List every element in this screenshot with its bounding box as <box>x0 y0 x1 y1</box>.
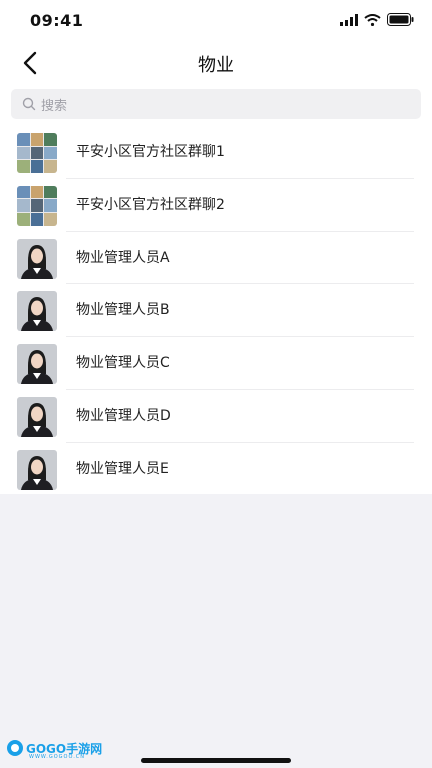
battery-icon <box>387 13 414 26</box>
search-icon <box>22 97 36 111</box>
page-title: 物业 <box>198 55 234 76</box>
search-input[interactable]: 搜索 <box>11 89 421 119</box>
list-item-label: 物业管理人员E <box>76 460 169 477</box>
signal-icon <box>340 13 358 26</box>
nav-bar: 物业 <box>0 42 432 84</box>
search-placeholder: 搜索 <box>41 99 68 114</box>
person-avatar <box>17 344 57 385</box>
wifi-icon <box>364 13 381 26</box>
person-avatar <box>17 291 57 332</box>
watermark-icon <box>7 740 23 756</box>
list-item-label: 物业管理人员C <box>76 355 170 372</box>
person-avatar <box>17 449 57 490</box>
list-item[interactable]: 平安小区官方社区群聊2 <box>0 179 432 232</box>
group-avatar <box>17 185 57 226</box>
status-time: 09:41 <box>30 11 84 30</box>
status-icons <box>340 13 414 26</box>
group-avatar <box>17 133 57 173</box>
list-item[interactable]: 物业管理人员C <box>0 337 432 390</box>
list-item[interactable]: 物业管理人员D <box>0 390 432 443</box>
person-avatar <box>17 238 57 279</box>
list-item[interactable]: 平安小区官方社区群聊1 <box>0 126 432 179</box>
list-item-label: 物业管理人员B <box>76 302 170 319</box>
contact-list: 平安小区官方社区群聊1 平安小区官方社区群聊2 物业管理人员A 物业管理人员B … <box>0 126 432 496</box>
home-indicator[interactable] <box>141 758 291 763</box>
watermark-logo: GOGO手游网 WWW.GOGOO.CN <box>7 738 102 760</box>
list-item[interactable]: 物业管理人员E <box>0 443 432 496</box>
list-item-label: 平安小区官方社区群聊1 <box>76 144 225 160</box>
watermark-domain: WWW.GOGOO.CN <box>29 754 86 760</box>
list-item-label: 物业管理人员D <box>76 407 171 424</box>
list-item-label: 物业管理人员A <box>76 249 170 266</box>
list-item[interactable]: 物业管理人员B <box>0 284 432 338</box>
person-avatar <box>17 396 57 437</box>
list-item[interactable]: 物业管理人员A <box>0 232 432 285</box>
status-bar: 09:41 <box>0 0 432 42</box>
list-item-label: 平安小区官方社区群聊2 <box>76 196 225 213</box>
